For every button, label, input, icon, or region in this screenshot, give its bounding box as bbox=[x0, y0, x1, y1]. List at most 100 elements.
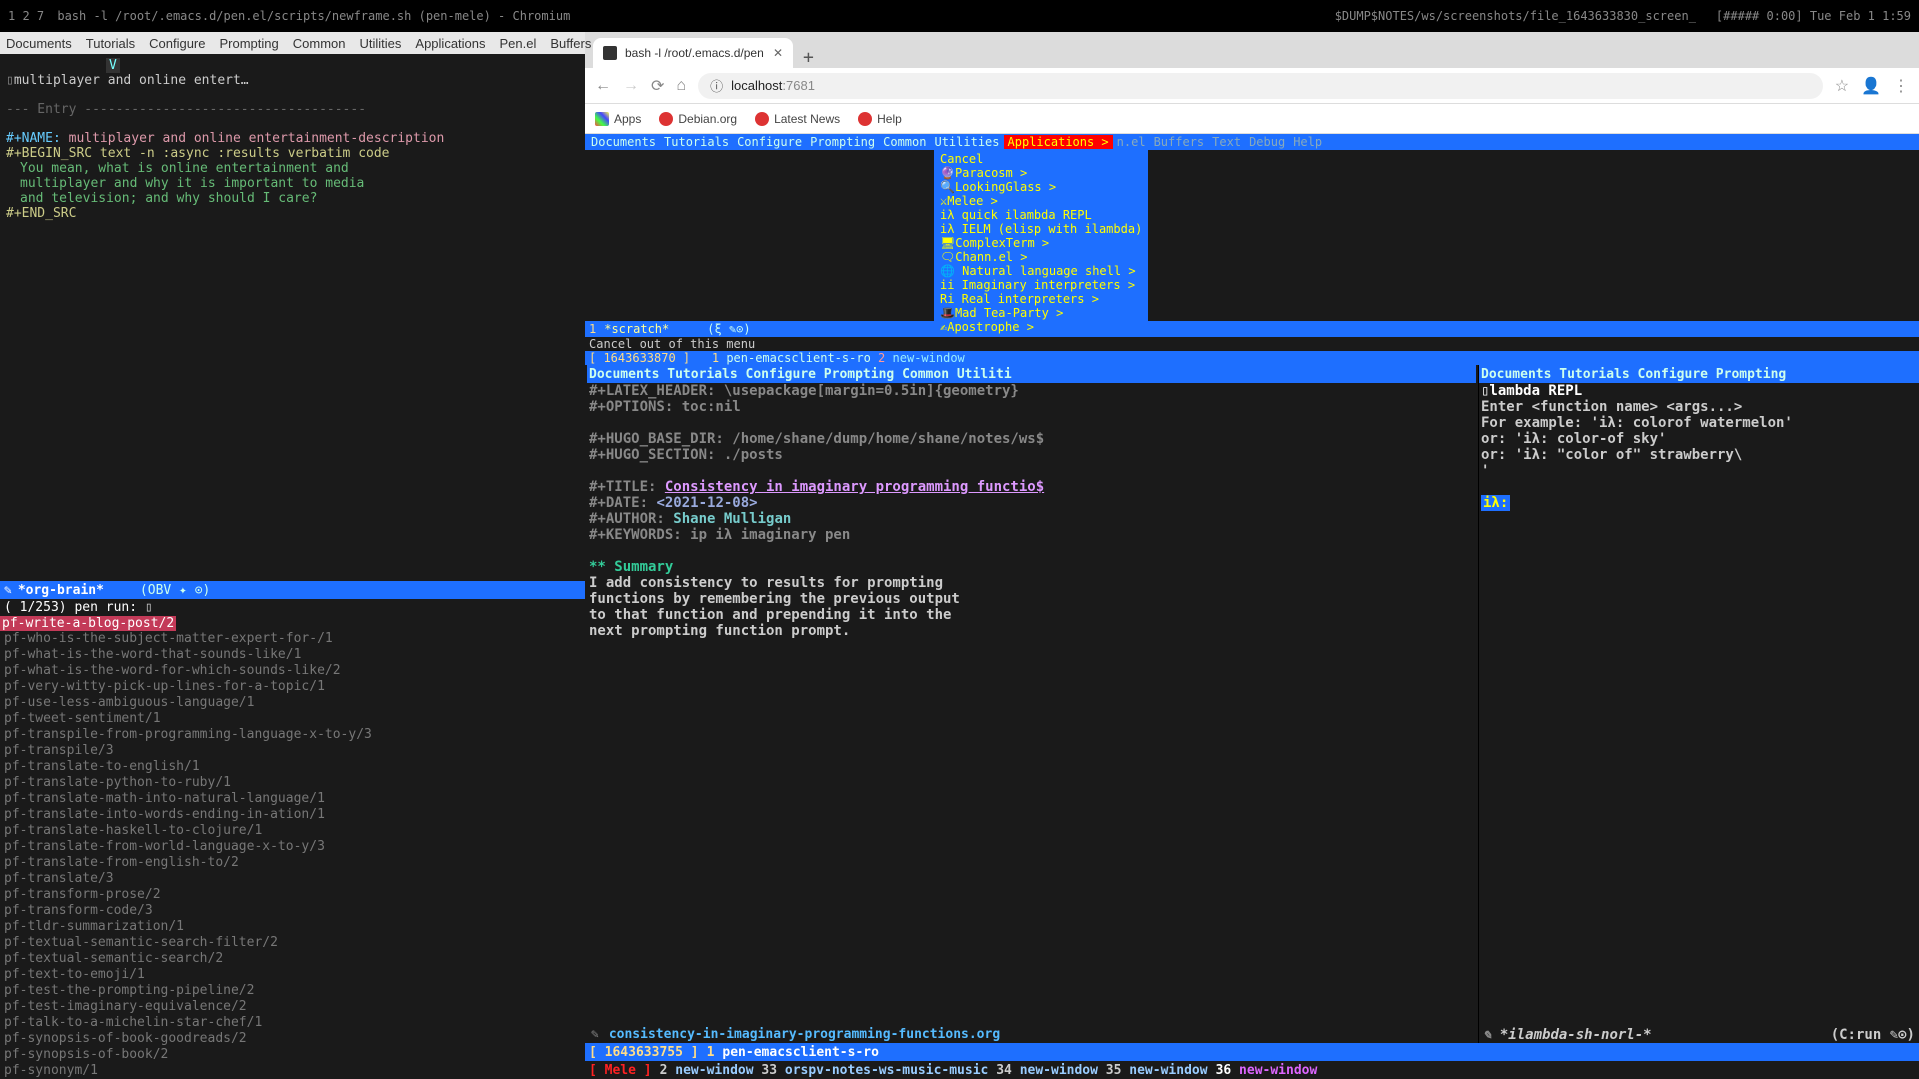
menu-documents[interactable]: Documents bbox=[6, 36, 72, 51]
pen-list-item[interactable]: pf-test-the-prompting-pipeline/2 bbox=[4, 983, 581, 999]
menu-configure[interactable]: Configure bbox=[149, 36, 205, 51]
menu-penel[interactable]: Pen.el bbox=[500, 36, 537, 51]
reload-button[interactable]: ⟳ bbox=[651, 76, 664, 96]
pen-list-item[interactable]: pf-synopsis-of-book-goodreads/2 bbox=[4, 1031, 581, 1047]
pen-list-item[interactable]: pf-tweet-sentiment/1 bbox=[4, 711, 581, 727]
profile-icon[interactable]: 👤 bbox=[1861, 76, 1881, 96]
menu-applications-highlighted[interactable]: Applications > bbox=[1004, 135, 1113, 149]
scratch-buffer-area[interactable]: 1 *scratch* (ξ ✎⊙) Cancel out of this me… bbox=[585, 150, 1919, 365]
document-pane[interactable]: Documents Tutorials Configure Prompting … bbox=[585, 365, 1479, 1043]
pen-list-item[interactable]: pf-transform-prose/2 bbox=[4, 887, 581, 903]
bookmark-bar[interactable]: Apps Debian.org Latest News Help bbox=[585, 104, 1919, 134]
menu-buffers[interactable]: Buffers bbox=[550, 36, 591, 51]
tmux-status-line[interactable]: [ Mele ] 2 new-window 33 orspv-notes-ws-… bbox=[585, 1061, 1919, 1079]
dropdown-item[interactable]: 🔮Paracosm > bbox=[934, 166, 1148, 180]
tmux-session-name: [ Mele ] bbox=[589, 1063, 652, 1078]
menu-prompting[interactable]: Prompting bbox=[220, 36, 279, 51]
src-line: You mean, what is online entertainment a… bbox=[6, 161, 579, 176]
end-src: #+END_SRC bbox=[6, 206, 579, 221]
summary-heading: ** Summary bbox=[589, 559, 1474, 575]
dropdown-item[interactable]: 🗨Chann.el > bbox=[934, 250, 1148, 264]
menu-icon[interactable]: ⋮ bbox=[1893, 76, 1909, 96]
workspace-indicator[interactable]: 1 2 7 bbox=[8, 9, 44, 23]
pen-list-item[interactable]: pf-translate-into-words-ending-in-ation/… bbox=[4, 807, 581, 823]
star-icon[interactable]: ☆ bbox=[1835, 76, 1849, 96]
dropdown-item[interactable]: iλ quick ilambda REPL bbox=[934, 208, 1148, 222]
pen-list-item[interactable]: pf-use-less-ambiguous-language/1 bbox=[4, 695, 581, 711]
status-path: $DUMP$NOTES/ws/screenshots/file_16436338… bbox=[1335, 9, 1696, 23]
doc-pane-menu[interactable]: Documents Tutorials Configure Prompting … bbox=[587, 365, 1476, 383]
bookmark-help[interactable]: Help bbox=[858, 112, 902, 126]
repl-prompt[interactable]: iλ: bbox=[1481, 495, 1510, 511]
menu-applications[interactable]: Applications bbox=[415, 36, 485, 51]
pen-list-item[interactable]: pf-tldr-summarization/1 bbox=[4, 919, 581, 935]
repl-pane-menu[interactable]: Documents Tutorials Configure Prompting bbox=[1479, 365, 1919, 383]
tmux-window-active[interactable]: new-window bbox=[1239, 1063, 1317, 1078]
dropdown-item[interactable]: ⚔Melee > bbox=[934, 194, 1148, 208]
pen-list-item[interactable]: pf-translate-haskell-to-clojure/1 bbox=[4, 823, 581, 839]
pen-list-item[interactable]: pf-talk-to-a-michelin-star-chef/1 bbox=[4, 1015, 581, 1031]
dropdown-item[interactable]: Ri Real interpreters > bbox=[934, 292, 1148, 306]
site-info-icon[interactable]: ⓘ bbox=[710, 76, 723, 95]
repl-pane[interactable]: Documents Tutorials Configure Prompting … bbox=[1479, 365, 1919, 1043]
tmux-window[interactable]: 33 orspv-notes-ws-music-music bbox=[761, 1063, 996, 1078]
close-icon[interactable]: ✕ bbox=[773, 46, 783, 60]
dropdown-item[interactable]: ✍Apostrophe > bbox=[934, 320, 1148, 334]
pen-function-list[interactable]: pf-who-is-the-subject-matter-expert-for-… bbox=[0, 631, 585, 1079]
pen-list-item[interactable]: pf-who-is-the-subject-matter-expert-for-… bbox=[4, 631, 581, 647]
pen-list-item[interactable]: pf-translate/3 bbox=[4, 871, 581, 887]
inner-menu-bar[interactable]: Documents Tutorials Configure Prompting … bbox=[585, 134, 1919, 150]
bookmark-apps[interactable]: Apps bbox=[595, 112, 641, 126]
tab-strip[interactable]: bash -l /root/.emacs.d/pen ✕ + bbox=[585, 32, 1919, 68]
pen-list-item[interactable]: pf-synonym/1 bbox=[4, 1063, 581, 1079]
menu-tutorials[interactable]: Tutorials bbox=[86, 36, 135, 51]
org-buffer[interactable]: V ▯multiplayer and online entert… --- En… bbox=[2, 56, 583, 223]
selected-pen-item[interactable]: pf-write-a-blog-post/2 bbox=[0, 616, 585, 631]
dropdown-item[interactable]: ii Imaginary interpreters > bbox=[934, 278, 1148, 292]
pen-list-item[interactable]: pf-what-is-the-word-for-which-sounds-lik… bbox=[4, 663, 581, 679]
pen-list-item[interactable]: pf-translate-to-english/1 bbox=[4, 759, 581, 775]
tmux-window[interactable]: 2 new-window bbox=[660, 1063, 762, 1078]
back-button[interactable]: ← bbox=[595, 77, 611, 95]
pen-list-item[interactable]: pf-translate-python-to-ruby/1 bbox=[4, 775, 581, 791]
dropdown-item[interactable]: 🎩Mad Tea-Party > bbox=[934, 306, 1148, 320]
pencil-icon: ✎ bbox=[1483, 1027, 1491, 1043]
bookmark-debian[interactable]: Debian.org bbox=[659, 112, 737, 126]
pen-list-item[interactable]: pf-textual-semantic-search-filter/2 bbox=[4, 935, 581, 951]
menu-utilities[interactable]: Utilities bbox=[360, 36, 402, 51]
pen-list-item[interactable]: pf-text-to-emoji/1 bbox=[4, 967, 581, 983]
dropdown-item[interactable]: 🖥ComplexTerm > bbox=[934, 236, 1148, 250]
pen-list-item[interactable]: pf-transpile-from-programming-language-x… bbox=[4, 727, 581, 743]
menu-common[interactable]: Common bbox=[293, 36, 346, 51]
dropdown-item[interactable]: Cancel bbox=[934, 152, 1148, 166]
dropdown-item[interactable]: 🔍LookingGlass > bbox=[934, 180, 1148, 194]
dropdown-item[interactable]: iλ IELM (elisp with ilambda) bbox=[934, 222, 1148, 236]
pen-list-item[interactable]: pf-textual-semantic-search/2 bbox=[4, 951, 581, 967]
pen-list-item[interactable]: pf-very-witty-pick-up-lines-for-a-topic/… bbox=[4, 679, 581, 695]
pen-list-item[interactable]: pf-synopsis-of-book/2 bbox=[4, 1047, 581, 1063]
emacs-menu-bar[interactable]: Documents Tutorials Configure Prompting … bbox=[0, 32, 585, 54]
doc-date: <2021-12-08> bbox=[656, 495, 757, 511]
bookmark-news[interactable]: Latest News bbox=[755, 112, 840, 126]
pen-list-item[interactable]: pf-translate-from-world-language-x-to-y/… bbox=[4, 839, 581, 855]
tmux-window[interactable]: 35 new-window bbox=[1106, 1063, 1208, 1078]
pen-list-item[interactable]: pf-translate-from-english-to/2 bbox=[4, 855, 581, 871]
applications-dropdown[interactable]: Cancel🔮Paracosm >🔍LookingGlass >⚔Melee >… bbox=[934, 150, 1148, 336]
pen-list-item[interactable]: pf-transform-code/3 bbox=[4, 903, 581, 919]
pen-list-item[interactable]: pf-transpile/3 bbox=[4, 743, 581, 759]
new-tab-button[interactable]: + bbox=[803, 47, 814, 68]
scratch-modeline: 1 *scratch* (ξ ✎⊙) bbox=[585, 321, 1919, 337]
pen-list-item[interactable]: pf-translate-math-into-natural-language/… bbox=[4, 791, 581, 807]
desktop-topbar: 1 2 7 bash -l /root/.emacs.d/pen.el/scri… bbox=[0, 0, 1919, 32]
home-button[interactable]: ⌂ bbox=[676, 77, 686, 95]
url-field[interactable]: ⓘ localhost:7681 bbox=[698, 73, 1823, 99]
name-keyword: #+NAME: bbox=[6, 131, 61, 146]
dropdown-item[interactable]: 🌐 Natural language shell > bbox=[934, 264, 1148, 278]
browser-tab[interactable]: bash -l /root/.emacs.d/pen ✕ bbox=[593, 38, 793, 68]
pencil-icon: ✎ bbox=[591, 1027, 599, 1042]
pen-list-item[interactable]: pf-what-is-the-word-that-sounds-like/1 bbox=[4, 647, 581, 663]
minibuffer-counter[interactable]: ( 1/253) pen run: ▯ bbox=[0, 599, 585, 616]
forward-button[interactable]: → bbox=[623, 77, 639, 95]
pen-list-item[interactable]: pf-test-imaginary-equivalence/2 bbox=[4, 999, 581, 1015]
tmux-window[interactable]: 34 new-window bbox=[996, 1063, 1106, 1078]
